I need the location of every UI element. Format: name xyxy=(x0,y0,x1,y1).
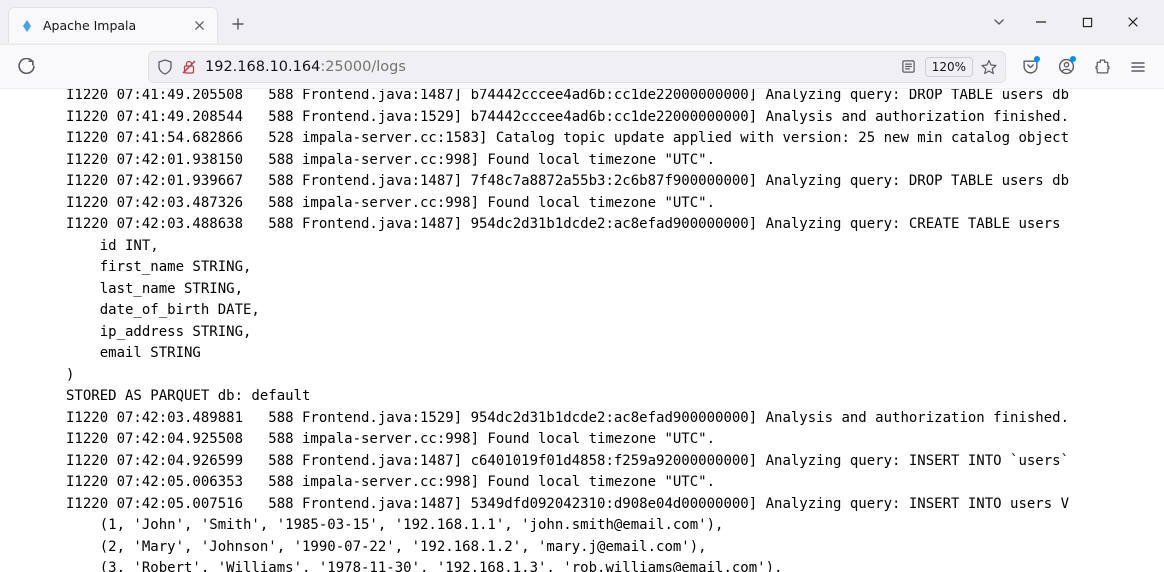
notification-dot-icon xyxy=(1070,56,1076,62)
url-text[interactable]: 192.168.10.164:25000/logs xyxy=(205,59,893,75)
url-host: 192.168.10.164 xyxy=(205,59,320,75)
shield-icon[interactable] xyxy=(157,59,173,75)
reader-mode-icon[interactable] xyxy=(901,59,917,75)
notification-dot-icon xyxy=(1034,56,1040,62)
browser-tab[interactable]: Apache Impala xyxy=(8,7,218,43)
log-output[interactable]: I1220 07:41:49.205508 588 Frontend.java:… xyxy=(66,88,1164,572)
tab-favicon-icon xyxy=(19,18,35,34)
tab-overflow-button[interactable] xyxy=(980,15,1018,29)
extensions-button[interactable] xyxy=(1086,51,1118,83)
page-content[interactable]: I1220 07:41:49.205508 588 Frontend.java:… xyxy=(0,88,1164,572)
app-menu-button[interactable] xyxy=(1122,51,1154,83)
new-tab-button[interactable] xyxy=(224,10,252,38)
reload-button[interactable] xyxy=(10,51,42,83)
url-path: :25000/logs xyxy=(320,59,406,75)
url-bar[interactable]: 192.168.10.164:25000/logs 120% xyxy=(148,51,1006,83)
window-controls xyxy=(1018,6,1156,38)
zoom-badge[interactable]: 120% xyxy=(925,57,973,77)
account-button[interactable] xyxy=(1050,51,1082,83)
save-pocket-button[interactable] xyxy=(1014,51,1046,83)
tab-title: Apache Impala xyxy=(43,18,183,33)
browser-toolbar: 192.168.10.164:25000/logs 120% xyxy=(0,44,1164,88)
tab-strip: Apache Impala xyxy=(8,1,980,43)
insecure-lock-icon[interactable] xyxy=(181,59,197,75)
toolbar-right xyxy=(1014,51,1154,83)
tab-close-button[interactable] xyxy=(191,18,207,34)
window-close-button[interactable] xyxy=(1110,6,1156,38)
title-bar: Apache Impala xyxy=(0,0,1164,44)
window-maximize-button[interactable] xyxy=(1064,6,1110,38)
bookmark-star-icon[interactable] xyxy=(981,59,997,75)
window-minimize-button[interactable] xyxy=(1018,6,1064,38)
